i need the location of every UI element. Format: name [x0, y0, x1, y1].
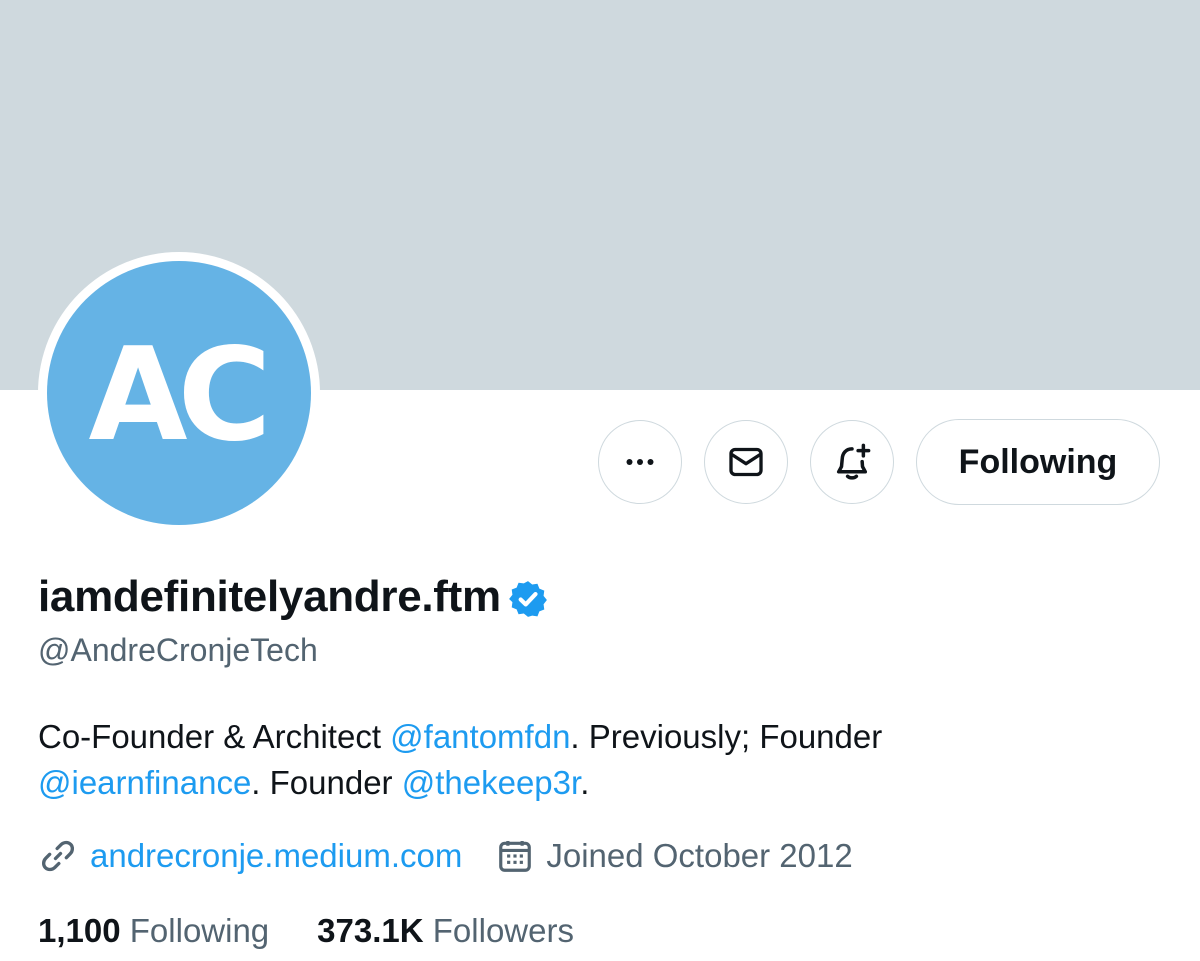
more-options-button[interactable]: [598, 420, 682, 504]
followers-count: 373.1K: [317, 912, 424, 949]
profile-bio: Co-Founder & Architect @fantomfdn. Previ…: [38, 714, 1158, 806]
notifications-button[interactable]: [810, 420, 894, 504]
profile-actions: Following: [598, 419, 1160, 505]
message-button[interactable]: [704, 420, 788, 504]
following-stat[interactable]: 1,100 Following: [38, 912, 269, 950]
joined-item: Joined October 2012: [496, 837, 853, 875]
website-link[interactable]: andrecronje.medium.com: [90, 837, 462, 875]
name-row: iamdefinitelyandre.ftm: [38, 572, 549, 622]
bio-text: .: [580, 764, 590, 801]
website-item: andrecronje.medium.com: [38, 836, 462, 876]
profile-handle: @AndreCronjeTech: [38, 632, 318, 668]
avatar-initials: AC: [88, 321, 272, 470]
following-label: Following: [129, 912, 270, 949]
bio-text: . Founder: [251, 764, 402, 801]
mention-fantomfdn[interactable]: @fantomfdn: [390, 718, 570, 755]
link-icon: [41, 840, 75, 872]
followers-stat[interactable]: 373.1K Followers: [317, 912, 574, 950]
profile-meta: andrecronje.medium.com Joined October 20…: [38, 836, 887, 876]
bell-plus-icon: [836, 443, 871, 480]
bio-text: . Previously; Founder: [570, 718, 883, 755]
envelope-icon: [729, 447, 763, 477]
calendar-icon: [499, 840, 532, 872]
followers-label: Followers: [432, 912, 574, 949]
mention-thekeep3r[interactable]: @thekeep3r: [402, 764, 580, 801]
following-count: 1,100: [38, 912, 121, 949]
more-horizontal-icon: [626, 459, 654, 465]
following-button[interactable]: Following: [916, 419, 1160, 505]
bio-text: Co-Founder & Architect: [38, 718, 391, 755]
avatar-circle: AC: [47, 261, 311, 525]
mention-iearnfinance[interactable]: @iearnfinance: [38, 764, 251, 801]
profile-avatar[interactable]: AC: [38, 252, 320, 534]
verified-badge-icon[interactable]: [507, 578, 549, 620]
profile-stats: 1,100 Following 373.1K Followers: [38, 912, 622, 950]
joined-date: Joined October 2012: [546, 837, 853, 874]
display-name: iamdefinitelyandre.ftm: [38, 572, 501, 621]
